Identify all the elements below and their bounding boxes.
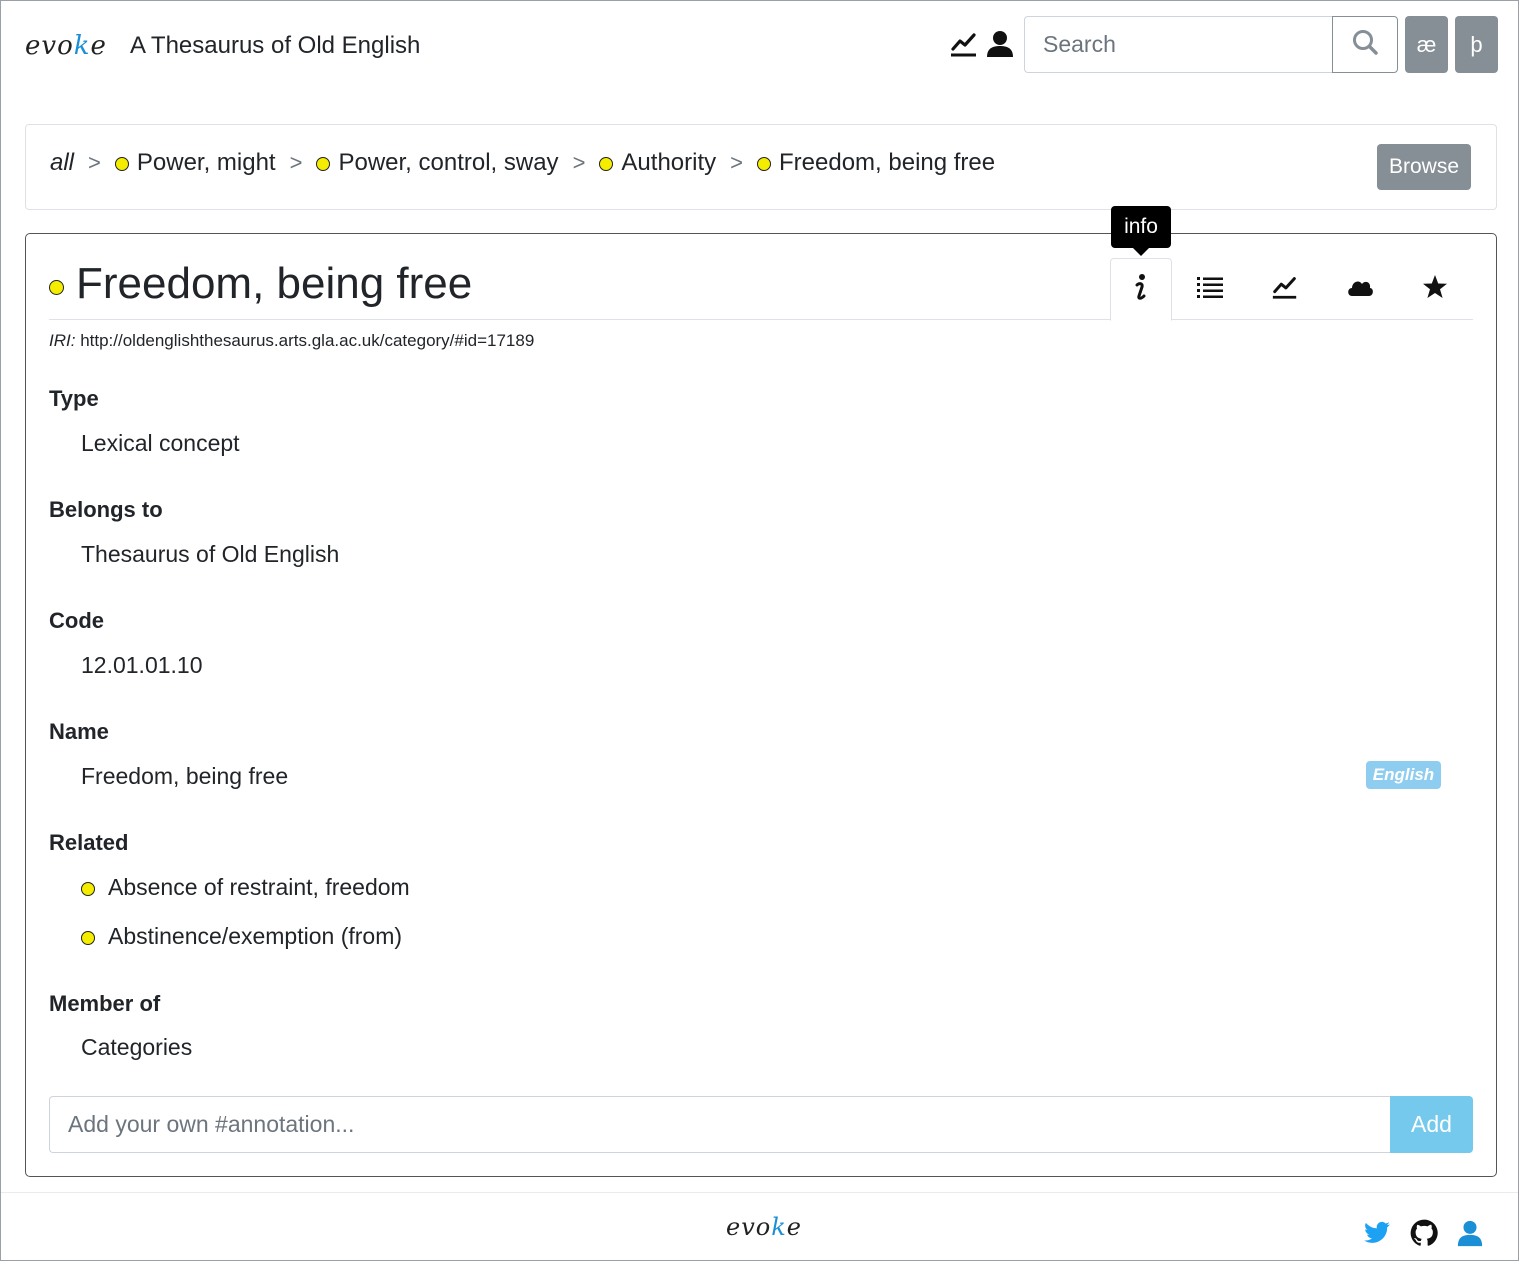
related-label: Related (49, 830, 129, 855)
breadcrumb-item[interactable]: Authority (599, 149, 716, 177)
tab-cloud[interactable] (1329, 258, 1391, 320)
chart-line-icon[interactable] (949, 29, 979, 59)
type-label: Type (49, 386, 99, 411)
tab-chart[interactable] (1254, 258, 1316, 320)
star-icon (1422, 274, 1448, 305)
twitter-icon[interactable] (1363, 1219, 1391, 1247)
related-item[interactable]: Abstinence/exemption (from) (81, 923, 402, 950)
belongs-to-value[interactable]: Thesaurus of Old English (81, 541, 339, 568)
logo-text-k: k (771, 1213, 787, 1241)
belongs-to-label: Belongs to (49, 497, 163, 522)
logo-text-end: e (90, 31, 107, 61)
code-label: Code (49, 608, 104, 633)
info-icon (1129, 272, 1153, 307)
user-icon[interactable] (985, 29, 1015, 59)
concept-dot-icon (49, 279, 64, 295)
github-icon[interactable] (1410, 1219, 1438, 1247)
search-icon (1351, 28, 1379, 61)
user-icon[interactable] (1456, 1219, 1484, 1247)
member-of-value[interactable]: Categories (81, 1034, 192, 1061)
related-item-label: Absence of restraint, freedom (108, 874, 410, 900)
concept-dot-icon (81, 930, 95, 945)
iri-label: IRI: (49, 331, 76, 350)
breadcrumb-item-label: Power, control, sway (338, 149, 559, 176)
breadcrumb-separator: > (289, 150, 303, 175)
breadcrumb-item-current[interactable]: Freedom, being free (757, 149, 995, 177)
language-badge: English (1366, 761, 1441, 789)
app-title[interactable]: A Thesaurus of Old English (130, 32, 420, 60)
add-annotation-button[interactable]: Add (1390, 1096, 1473, 1153)
search-button[interactable] (1332, 16, 1398, 73)
cloud-icon (1346, 276, 1374, 303)
chart-line-icon (1271, 273, 1299, 306)
name-value: Freedom, being free (81, 763, 289, 789)
breadcrumb-item[interactable]: Power, might (114, 149, 276, 177)
footer-logo[interactable]: evoke (726, 1213, 802, 1241)
logo-text-k: k (73, 31, 91, 61)
page-title-text: Freedom, being free (76, 259, 473, 308)
list-icon (1196, 274, 1224, 305)
tab-favorite[interactable] (1404, 258, 1466, 320)
page-title: Freedom, being free (49, 259, 472, 309)
name-label: Name (49, 719, 109, 744)
breadcrumb-item-label: Freedom, being free (779, 149, 996, 176)
insert-thorn-button[interactable]: þ (1455, 16, 1498, 73)
navbar: evoke A Thesaurus of Old English æ þ (1, 1, 1518, 91)
footer: evoke (1, 1192, 1518, 1260)
tab-list[interactable] (1179, 258, 1241, 320)
breadcrumb-root[interactable]: all (50, 149, 74, 177)
related-item[interactable]: Absence of restraint, freedom (81, 874, 410, 901)
concept-card: Freedom, being free info IRI: http://old… (25, 206, 1497, 1177)
logo-text: evo (726, 1213, 772, 1241)
breadcrumb-separator: > (88, 150, 101, 175)
related-item-label: Abstinence/exemption (from) (108, 923, 403, 949)
breadcrumb-separator: > (730, 150, 743, 175)
breadcrumb-separator: > (572, 150, 586, 175)
breadcrumb-item[interactable]: Power, control, sway (316, 149, 559, 177)
tooltip-info: info (1111, 206, 1171, 256)
concept-dot-icon (114, 157, 129, 171)
logo-text-end: e (786, 1213, 802, 1241)
logo-text: evo (25, 31, 74, 61)
breadcrumb: all > Power, might > Power, control, swa… (50, 149, 995, 177)
evoke-logo[interactable]: evoke (25, 31, 107, 61)
member-of-label: Member of (49, 991, 161, 1016)
breadcrumb-item-label: Power, might (136, 149, 276, 176)
insert-ae-button[interactable]: æ (1405, 16, 1448, 73)
iri-value[interactable]: http://oldenglishthesaurus.arts.gla.ac.u… (80, 331, 534, 350)
breadcrumb-item-label: Authority (621, 149, 717, 176)
search-input[interactable] (1024, 16, 1334, 73)
code-value: 12.01.01.10 (81, 652, 203, 678)
concept-dot-icon (599, 157, 614, 171)
browse-button[interactable]: Browse (1377, 144, 1471, 190)
breadcrumb-card: all > Power, might > Power, control, swa… (25, 124, 1497, 210)
tab-info[interactable] (1110, 258, 1172, 321)
annotation-input[interactable] (49, 1096, 1392, 1153)
view-tabs (1110, 258, 1473, 321)
concept-dot-icon (316, 157, 331, 171)
type-value: Lexical concept (81, 430, 240, 456)
concept-dot-icon (757, 157, 771, 171)
iri-line: IRI: http://oldenglishthesaurus.arts.gla… (49, 331, 534, 351)
concept-dot-icon (81, 881, 95, 896)
